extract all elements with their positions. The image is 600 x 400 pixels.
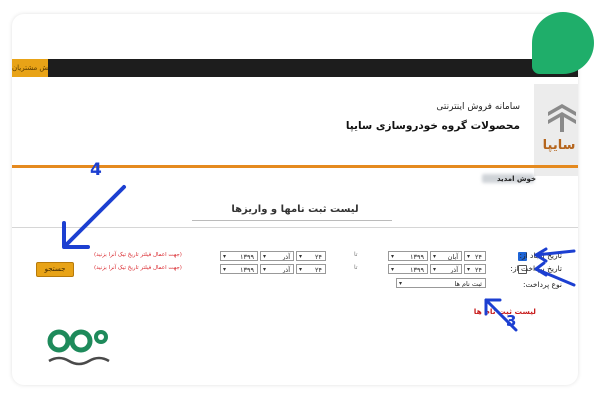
create-from-month-select[interactable]: ▾ آبان xyxy=(430,251,462,261)
create-from-year-select[interactable]: ▾ ۱۳۹۹ xyxy=(388,251,428,261)
create-to-day-select[interactable]: ▾ ۲۴ xyxy=(296,251,326,261)
title-underline xyxy=(192,220,392,221)
system-title: سامانه فروش اینترنتی xyxy=(436,102,520,112)
search-button[interactable]: جستجو xyxy=(36,262,74,277)
customers-tab[interactable]: بخش مشتریان xyxy=(12,59,48,77)
pay-to-month-select[interactable]: ▾ آذر xyxy=(260,264,294,274)
saipa-logo-box: سایپا xyxy=(534,84,578,176)
annotation-arrows-right xyxy=(534,247,576,287)
create-to-year-select[interactable]: ▾ ۱۳۹۹ xyxy=(220,251,258,261)
pay-from-month-select[interactable]: ▾ آذر xyxy=(430,264,462,274)
pay-to-year-select[interactable]: ▾ ۱۳۹۹ xyxy=(220,264,258,274)
top-nav-bar: بخش مشتریان xyxy=(12,59,578,77)
pay-from-day-select[interactable]: ▾ ۲۴ xyxy=(464,264,486,274)
saipa-logo-text: سایپا xyxy=(542,138,576,153)
create-to-month-select[interactable]: ▾ آذر xyxy=(260,251,294,261)
pay-from-year-select[interactable]: ▾ ۱۳۹۹ xyxy=(388,264,428,274)
annotation-number-3: 3 xyxy=(506,312,517,330)
pay-to-day-select[interactable]: ▾ ۲۴ xyxy=(296,264,326,274)
green-leaf-logo-icon xyxy=(532,12,594,74)
saipa-logo-icon xyxy=(548,104,576,132)
pay-to-label: تا xyxy=(354,264,358,271)
create-from-day-select[interactable]: ▾ ۲۴ xyxy=(464,251,486,261)
page-background: بخش مشتریان سایپا سامانه فروش اینترنتی م… xyxy=(0,0,600,400)
annotation-number-4: 4 xyxy=(90,160,102,180)
brand-logo-icon xyxy=(47,329,110,366)
payment-date-hint: (جهت اعمال فیلتر تاریخ تیک آنرا بزنید) xyxy=(94,265,182,271)
system-subtitle: محصولات گروه خودروسازی سایپا xyxy=(345,120,520,132)
create-to-label: تا xyxy=(354,251,358,258)
welcome-text: خوش امدید xyxy=(497,175,536,183)
annotation-arrow-4 xyxy=(62,185,126,249)
payment-type-select[interactable]: ▾ ثبت نام ها xyxy=(396,278,486,288)
